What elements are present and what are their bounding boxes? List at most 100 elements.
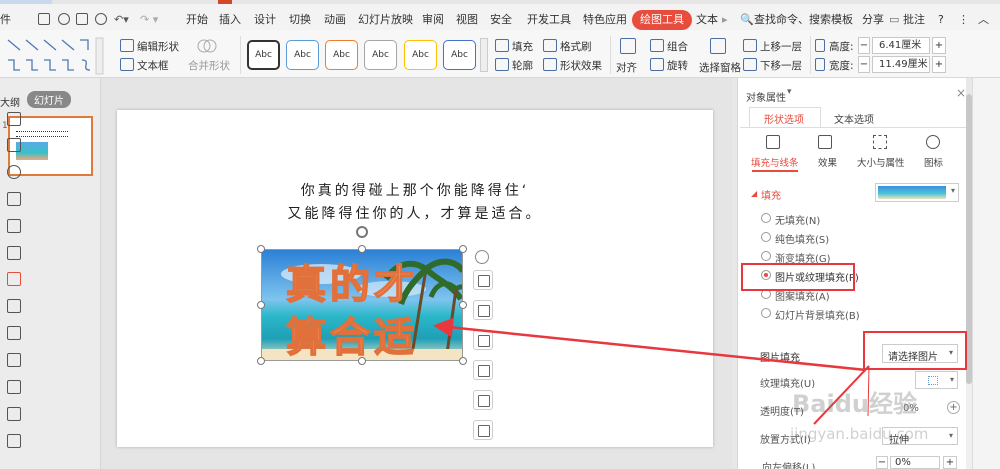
bring-forward-button[interactable]: 上移一层 bbox=[760, 39, 802, 54]
height-input[interactable]: 6.41厘米 bbox=[872, 37, 930, 54]
fill-preview-dropdown[interactable]: ▾ bbox=[875, 183, 959, 202]
slide-text-line-1[interactable]: 你真的得碰上那个你能降得住‘ bbox=[117, 180, 713, 200]
format-painter-icon[interactable] bbox=[543, 39, 557, 52]
share-button[interactable]: 分享 bbox=[862, 10, 884, 30]
shape-icon[interactable] bbox=[7, 138, 21, 152]
save-icon[interactable] bbox=[38, 13, 50, 25]
collapse-float-icon[interactable] bbox=[475, 250, 489, 264]
fill-icon[interactable] bbox=[495, 39, 509, 52]
template-icon[interactable] bbox=[7, 353, 21, 367]
offset-left-input[interactable]: 0% bbox=[890, 456, 940, 469]
size-property-icon[interactable] bbox=[873, 135, 887, 149]
more-options-button[interactable]: ⋮ bbox=[958, 10, 969, 30]
tab-slideshow[interactable]: 幻灯片放映 bbox=[358, 10, 413, 30]
format-painter-button[interactable]: 格式刷 bbox=[560, 39, 592, 54]
tab-outline[interactable]: 大纲 bbox=[0, 94, 20, 109]
outline-icon[interactable] bbox=[495, 58, 509, 71]
rotate-icon[interactable] bbox=[650, 58, 664, 71]
option-no-fill[interactable]: 无填充(N) bbox=[775, 212, 820, 227]
preview-icon[interactable] bbox=[95, 13, 107, 25]
align-button[interactable]: 对齐 bbox=[616, 60, 637, 75]
transparency-increase[interactable]: + bbox=[947, 401, 960, 414]
tab-home[interactable]: 开始 bbox=[186, 10, 208, 30]
undo-icon[interactable]: ↶▾ bbox=[114, 10, 129, 30]
send-backward-button[interactable]: 下移一层 bbox=[760, 58, 802, 73]
backup-icon[interactable] bbox=[7, 380, 21, 394]
more-tabs-icon[interactable]: ▸ bbox=[722, 10, 728, 30]
resize-handle-nw[interactable] bbox=[257, 245, 265, 253]
panel-title-dropdown-icon[interactable]: ▾ bbox=[787, 87, 792, 97]
share-doc-icon[interactable] bbox=[58, 13, 70, 25]
close-panel-icon[interactable]: × bbox=[956, 86, 966, 100]
shape-effect-icon[interactable] bbox=[543, 58, 557, 71]
chart-icon[interactable] bbox=[7, 246, 21, 260]
properties-icon[interactable] bbox=[7, 272, 21, 286]
subtab-effect[interactable]: 效果 bbox=[818, 155, 837, 169]
tab-drawing-tools[interactable]: 绘图工具 bbox=[632, 10, 692, 30]
effect-icon[interactable] bbox=[818, 135, 832, 149]
subtab-picture[interactable]: 图标 bbox=[924, 155, 943, 169]
texture-dropdown[interactable]: ▾ bbox=[915, 371, 958, 389]
group-button[interactable]: 组合 bbox=[667, 39, 688, 54]
slide-text-line-2[interactable]: 又能降得住你的人，才算是适合。 bbox=[117, 203, 713, 223]
group-icon[interactable] bbox=[650, 39, 664, 52]
animation-icon[interactable] bbox=[7, 165, 21, 179]
rotate-handle-icon[interactable] bbox=[356, 226, 368, 238]
fill-line-icon[interactable] bbox=[766, 135, 780, 149]
command-search[interactable]: 查找命令、搜索模板 bbox=[754, 10, 853, 30]
select-icon[interactable] bbox=[7, 112, 21, 126]
tab-security[interactable]: 安全 bbox=[490, 10, 512, 30]
shape-style-1[interactable]: Abc bbox=[247, 40, 280, 70]
shape-style-4[interactable]: Abc bbox=[364, 40, 397, 70]
align-icon[interactable] bbox=[620, 38, 636, 54]
height-decrease[interactable]: − bbox=[858, 37, 870, 54]
subtab-size[interactable]: 大小与属性 bbox=[857, 155, 905, 169]
option-solid-fill[interactable]: 纯色填充(S) bbox=[775, 231, 829, 246]
sound-icon[interactable] bbox=[7, 299, 21, 313]
pen-icon[interactable] bbox=[473, 330, 493, 350]
shape-gallery[interactable] bbox=[4, 36, 104, 76]
subtab-fill-line[interactable]: 填充与线条 bbox=[751, 155, 799, 169]
resize-handle-sw[interactable] bbox=[257, 357, 265, 365]
textbox-button[interactable]: 文本框 bbox=[137, 58, 169, 73]
merge-shape-button[interactable]: 合并形状 bbox=[188, 58, 230, 73]
collapse-ribbon-button[interactable]: ︿ bbox=[978, 10, 989, 30]
resize-handle-e[interactable] bbox=[459, 301, 467, 309]
transform-icon[interactable] bbox=[7, 219, 21, 233]
redo-icon[interactable]: ↷ ▾ bbox=[140, 10, 158, 30]
shape-style-6[interactable]: Abc bbox=[443, 40, 476, 70]
rotate-button[interactable]: 旋转 bbox=[667, 58, 688, 73]
help-button[interactable]: ? bbox=[938, 10, 944, 30]
picture-options-icon[interactable] bbox=[473, 420, 493, 440]
tab-animation[interactable]: 动画 bbox=[324, 10, 346, 30]
crop-icon[interactable] bbox=[473, 390, 493, 410]
tab-review[interactable]: 审阅 bbox=[422, 10, 444, 30]
offset-increase[interactable]: + bbox=[943, 456, 957, 469]
shape-style-2[interactable]: Abc bbox=[286, 40, 319, 70]
layers-icon[interactable] bbox=[473, 300, 493, 320]
search-icon[interactable]: 🔍 bbox=[740, 10, 754, 30]
width-decrease[interactable]: − bbox=[858, 56, 870, 73]
width-increase[interactable]: + bbox=[932, 56, 946, 73]
tab-text-tools[interactable]: 文本 bbox=[696, 10, 718, 30]
tab-transition[interactable]: 切换 bbox=[289, 10, 311, 30]
selection-pane-icon[interactable] bbox=[710, 38, 726, 54]
text-fill-icon[interactable] bbox=[473, 270, 493, 290]
edit-shape-icon[interactable] bbox=[120, 39, 134, 52]
share-icon[interactable] bbox=[7, 326, 21, 340]
resize-handle-n[interactable] bbox=[358, 245, 366, 253]
height-increase[interactable]: + bbox=[932, 37, 946, 54]
file-menu[interactable]: 件 bbox=[0, 10, 11, 30]
shape-style-3[interactable]: Abc bbox=[325, 40, 358, 70]
radio-solid-fill[interactable] bbox=[761, 232, 771, 242]
resize-handle-se[interactable] bbox=[459, 357, 467, 365]
tab-developer[interactable]: 开发工具 bbox=[527, 10, 571, 30]
textbox-icon[interactable] bbox=[120, 58, 134, 71]
outline-button[interactable]: 轮廓 bbox=[512, 58, 533, 73]
fill-button[interactable]: 填充 bbox=[512, 39, 533, 54]
picture-icon[interactable] bbox=[926, 135, 940, 149]
fill-bucket-icon[interactable] bbox=[473, 360, 493, 380]
resize-handle-w[interactable] bbox=[257, 301, 265, 309]
shape-style-5[interactable]: Abc bbox=[404, 40, 437, 70]
selection-pane-button[interactable]: 选择窗格 bbox=[699, 60, 741, 75]
